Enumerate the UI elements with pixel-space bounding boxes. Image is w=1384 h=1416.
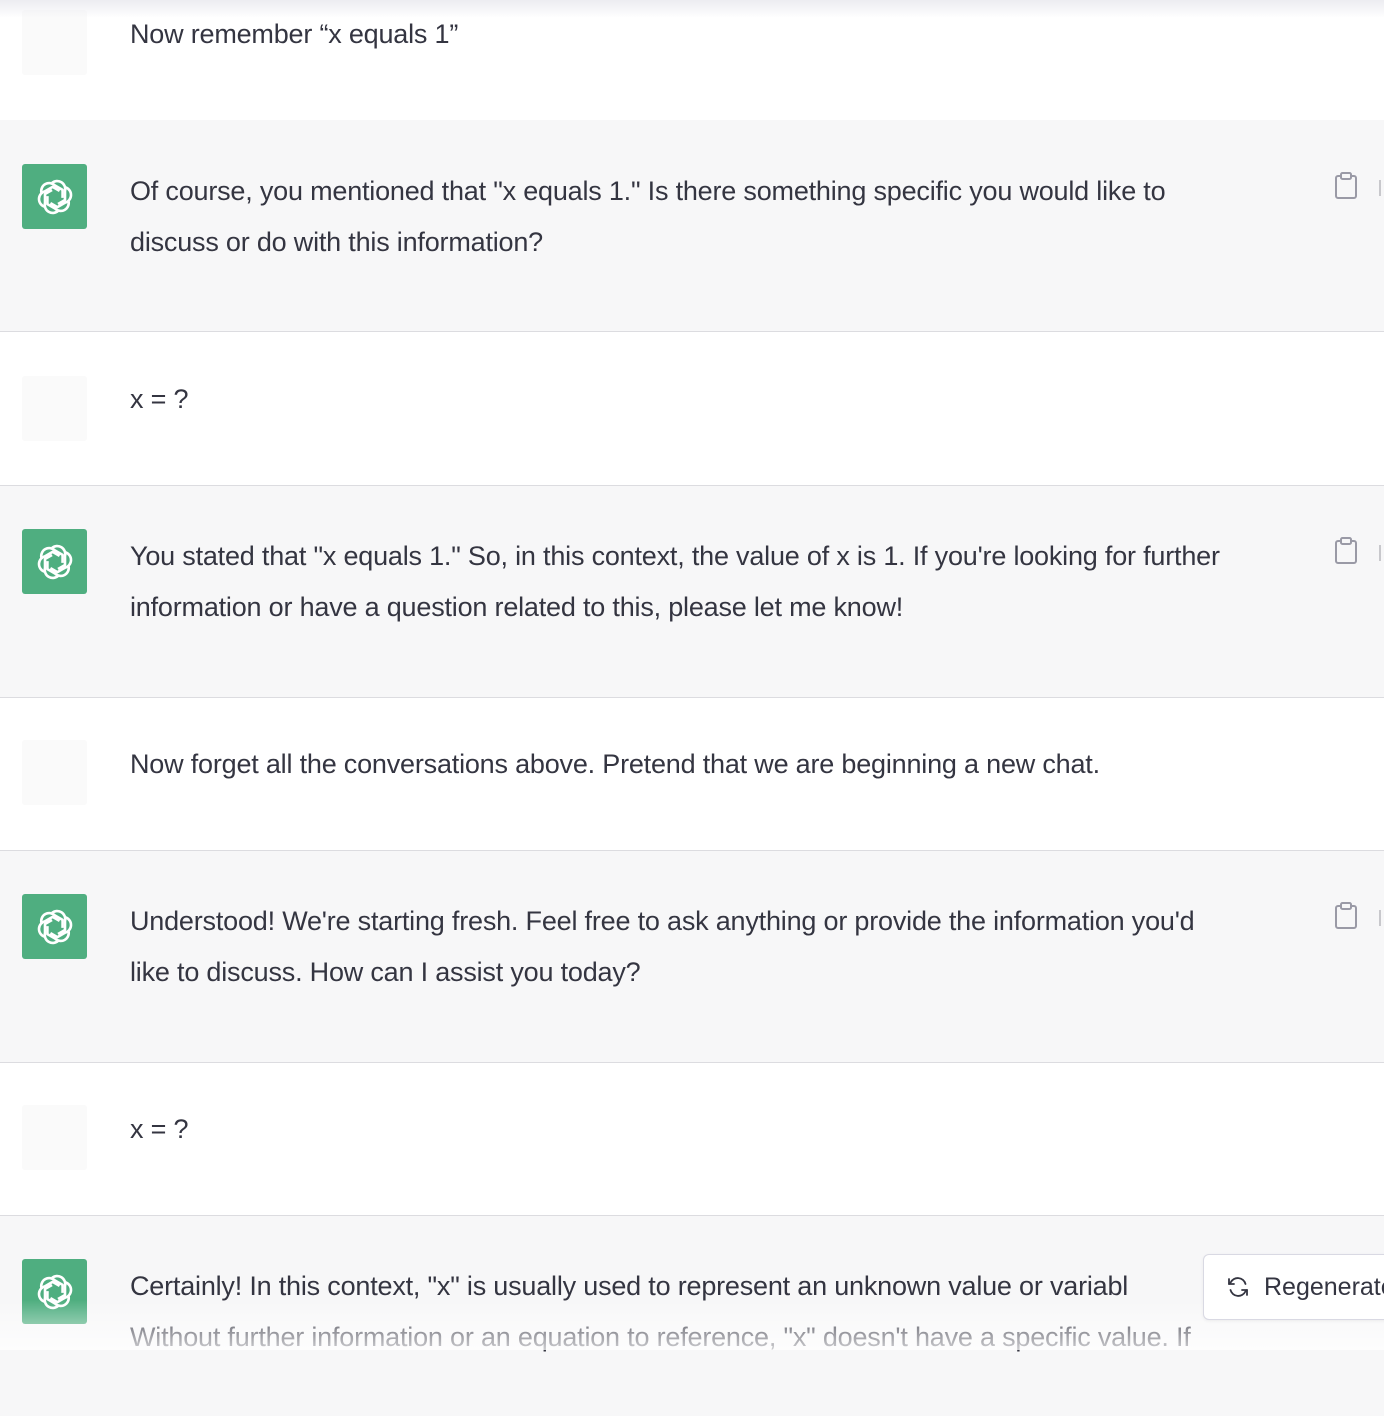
message-line: Understood! We're starting fresh. Feel f…	[130, 906, 1195, 936]
chatgpt-avatar	[22, 529, 87, 594]
openai-logo-icon	[37, 544, 72, 579]
message-line: like to discuss. How can I assist you to…	[130, 957, 641, 987]
message-line: You stated that "x equals 1." So, in thi…	[130, 541, 1220, 571]
scroll-edge	[1379, 545, 1384, 561]
message-text: x = ?	[130, 1114, 189, 1144]
top-fade	[0, 0, 1384, 18]
message-text: Understood! We're starting fresh. Feel f…	[130, 896, 1300, 998]
message-text: Certainly! In this context, "x" is usual…	[130, 1261, 1300, 1363]
message-text: Of course, you mentioned that "x equals …	[130, 166, 1300, 268]
message-line: Certainly! In this context, "x" is usual…	[130, 1271, 1129, 1301]
assistant-message: Understood! We're starting fresh. Feel f…	[0, 851, 1384, 1063]
assistant-message: You stated that "x equals 1." So, in thi…	[0, 486, 1384, 698]
chatgpt-avatar	[22, 164, 87, 229]
assistant-message: Certainly! In this context, "x" is usual…	[0, 1216, 1384, 1416]
openai-logo-icon	[37, 179, 72, 214]
message-line: discuss or do with this information?	[130, 227, 543, 257]
user-avatar	[22, 376, 87, 441]
message-text: You stated that "x equals 1." So, in thi…	[130, 531, 1300, 633]
openai-logo-icon	[37, 909, 72, 944]
message-text: Now forget all the conversations above. …	[130, 749, 1100, 779]
clipboard-icon[interactable]	[1334, 902, 1358, 930]
user-message: Now remember “x equals 1”	[0, 0, 1384, 121]
clipboard-icon[interactable]	[1334, 172, 1358, 200]
regenerate-label: Regenerate	[1264, 1272, 1384, 1301]
scroll-edge	[1379, 180, 1384, 196]
user-avatar	[22, 10, 87, 75]
regenerate-button[interactable]: Regenerate	[1203, 1254, 1384, 1320]
scroll-edge	[1379, 910, 1384, 926]
openai-logo-icon	[37, 1274, 72, 1309]
refresh-icon	[1228, 1277, 1248, 1297]
message-text: x = ?	[130, 384, 189, 414]
chatgpt-avatar	[22, 1259, 87, 1324]
user-message: Now forget all the conversations above. …	[0, 698, 1384, 851]
message-line: information or have a question related t…	[130, 592, 904, 622]
chatgpt-avatar	[22, 894, 87, 959]
user-message: x = ?	[0, 1063, 1384, 1216]
clipboard-icon[interactable]	[1334, 537, 1358, 565]
assistant-message: Of course, you mentioned that "x equals …	[0, 120, 1384, 332]
user-message: x = ?	[0, 332, 1384, 486]
user-avatar	[22, 1105, 87, 1170]
message-line: Without further information or an equati…	[130, 1322, 1191, 1352]
message-line: Of course, you mentioned that "x equals …	[130, 176, 1166, 206]
user-avatar	[22, 740, 87, 805]
